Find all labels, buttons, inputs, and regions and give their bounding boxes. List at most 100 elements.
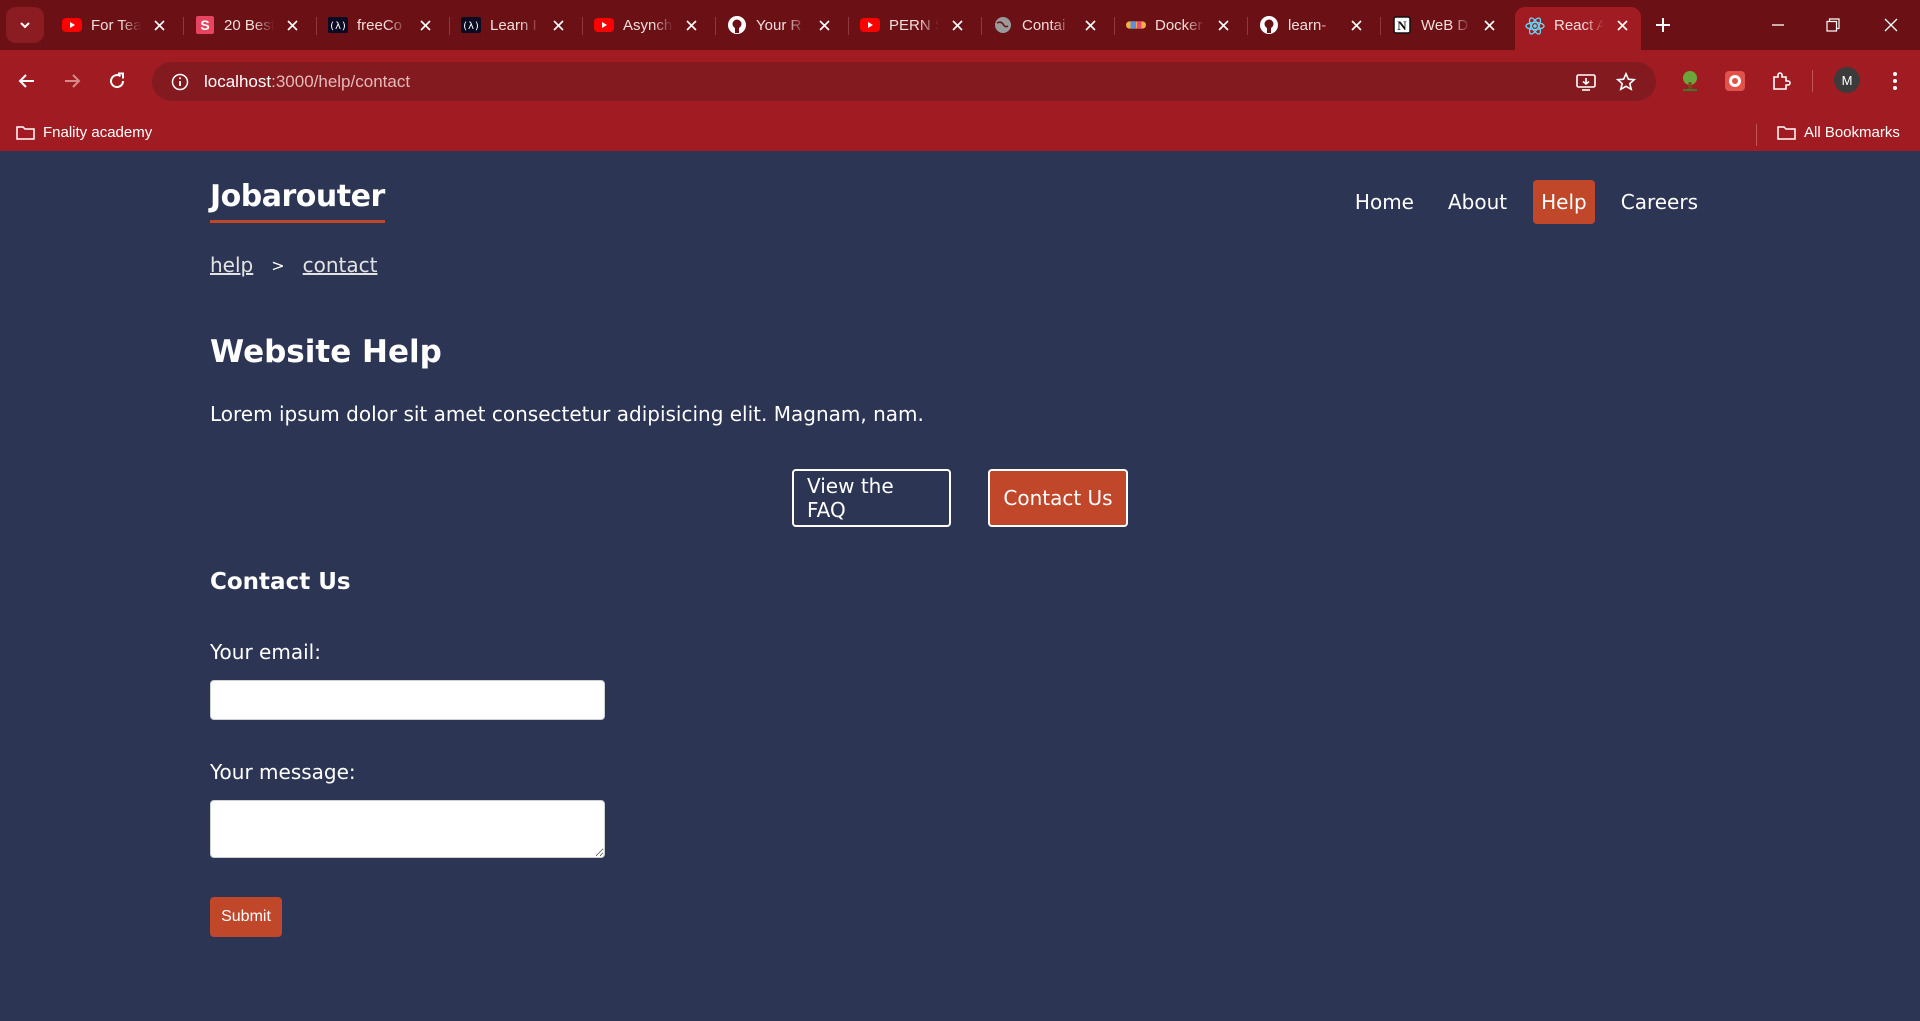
close-icon	[1884, 18, 1898, 32]
page-description: Lorem ipsum dolor sit amet consectetur a…	[210, 402, 924, 426]
nav-careers[interactable]: Careers	[1613, 180, 1706, 224]
restore-button[interactable]	[1819, 11, 1847, 39]
email-field[interactable]	[210, 680, 605, 720]
new-tab-button[interactable]	[1650, 12, 1676, 38]
contact-section-title: Contact Us	[210, 569, 351, 595]
browser-tab[interactable]: Asynch	[584, 8, 710, 42]
close-icon[interactable]	[1613, 17, 1631, 35]
browser-tab-active[interactable]: React A	[1515, 7, 1641, 50]
folder-icon	[16, 126, 35, 140]
site-logo[interactable]: Jobarouter	[210, 179, 385, 223]
tab-title: WeB D	[1421, 16, 1469, 34]
email-label: Your email:	[210, 640, 321, 664]
browser-tab[interactable]: Docker	[1116, 8, 1242, 42]
view-faq-button[interactable]: View the FAQ	[792, 469, 951, 527]
page-title: Website Help	[210, 334, 442, 370]
close-icon[interactable]	[549, 16, 567, 34]
tab-search-button[interactable]	[6, 7, 44, 43]
freecodecamp-icon: (λ)	[328, 15, 348, 35]
install-app-icon[interactable]	[1572, 68, 1600, 96]
close-icon[interactable]	[150, 16, 168, 34]
react-icon	[1525, 16, 1545, 36]
browser-tab[interactable]: PERN S	[850, 8, 976, 42]
help-actions: View the FAQ Contact Us	[792, 469, 1128, 527]
browser-tab[interactable]: (λ) freeCo	[318, 8, 444, 42]
forward-button[interactable]	[57, 66, 87, 96]
browser-tab[interactable]: learn-	[1249, 8, 1375, 42]
browser-toolbar: localhost:3000/help/contact M Fnality ac…	[0, 50, 1920, 157]
close-icon[interactable]	[1480, 16, 1498, 34]
message-label: Your message:	[210, 760, 356, 784]
s-logo-icon: S	[195, 15, 215, 35]
browser-tab[interactable]: For Tea	[52, 8, 178, 42]
site-info-icon[interactable]	[160, 73, 200, 91]
tab-title: PERN S	[889, 16, 939, 34]
back-button[interactable]	[12, 66, 42, 96]
profile-avatar[interactable]: M	[1834, 67, 1860, 93]
message-field[interactable]	[210, 800, 605, 858]
browser-tab[interactable]: (λ) Learn I	[451, 8, 577, 42]
extension-icon[interactable]	[1720, 66, 1750, 96]
arrow-left-icon	[18, 74, 34, 88]
notion-icon: N	[1392, 15, 1412, 35]
puzzle-icon[interactable]	[1766, 66, 1796, 96]
svg-text:(λ): (λ)	[329, 21, 347, 32]
tab-title: freeCo	[357, 16, 403, 34]
arrow-right-icon	[65, 74, 81, 88]
browser-tab[interactable]: N WeB D	[1382, 8, 1508, 42]
globe-icon	[993, 15, 1013, 35]
tab-title: For Tea	[91, 16, 141, 34]
github-icon	[727, 15, 747, 35]
all-bookmarks[interactable]: All Bookmarks	[1777, 124, 1900, 141]
close-icon[interactable]	[1081, 16, 1099, 34]
star-icon[interactable]	[1612, 68, 1640, 96]
submit-button[interactable]: Submit	[210, 897, 282, 937]
tab-title: Your R	[756, 16, 802, 34]
close-icon[interactable]	[948, 16, 966, 34]
tab-title: React A	[1554, 17, 1604, 34]
github-icon	[1259, 15, 1279, 35]
docker-icon	[1126, 15, 1146, 35]
close-icon[interactable]	[1214, 16, 1232, 34]
close-icon[interactable]	[682, 16, 700, 34]
svg-text:S: S	[200, 17, 209, 33]
browser-tab[interactable]: Contai	[983, 8, 1109, 42]
svg-text:N: N	[1397, 18, 1407, 33]
youtube-icon	[594, 15, 614, 35]
url-text[interactable]: localhost:3000/help/contact	[204, 72, 410, 92]
close-icon[interactable]	[815, 16, 833, 34]
reload-button[interactable]	[102, 66, 132, 96]
tab-title: learn-	[1288, 16, 1327, 34]
tab-title: Asynch	[623, 16, 673, 34]
nav-help[interactable]: Help	[1533, 180, 1595, 224]
svg-text:(λ): (λ)	[462, 21, 480, 32]
browser-tab[interactable]: S 20 Best	[185, 8, 311, 42]
more-menu-icon[interactable]	[1880, 66, 1910, 96]
minimize-button[interactable]	[1764, 11, 1792, 39]
close-window-button[interactable]	[1877, 11, 1905, 39]
breadcrumb-contact[interactable]: contact	[303, 253, 378, 277]
breadcrumb: help > contact	[210, 253, 377, 277]
address-bar[interactable]: localhost:3000/help/contact	[152, 62, 1656, 101]
bookmark-folder-label: Fnality academy	[43, 124, 153, 141]
youtube-icon	[860, 15, 880, 35]
browser-tab[interactable]: Your R	[717, 8, 843, 42]
all-bookmarks-label: All Bookmarks	[1804, 124, 1900, 141]
tab-strip: For Tea S 20 Best (λ) freeCo (λ) Learn I…	[0, 0, 1920, 50]
bookmark-folder[interactable]: Fnality academy	[16, 124, 152, 141]
tree-extension-icon[interactable]	[1675, 66, 1705, 96]
tab-title: Learn I	[490, 16, 537, 34]
youtube-icon	[62, 15, 82, 35]
close-icon[interactable]	[283, 16, 301, 34]
plus-icon	[1656, 18, 1670, 32]
restore-icon	[1826, 18, 1840, 32]
contact-us-button[interactable]: Contact Us	[988, 469, 1128, 527]
main-nav: Home About Help Careers	[1347, 180, 1706, 224]
nav-about[interactable]: About	[1440, 180, 1515, 224]
tab-title: Docker	[1155, 16, 1203, 34]
breadcrumb-help[interactable]: help	[210, 253, 253, 277]
chevron-down-icon	[20, 22, 30, 29]
close-icon[interactable]	[1347, 16, 1365, 34]
nav-home[interactable]: Home	[1347, 180, 1422, 224]
close-icon[interactable]	[416, 16, 434, 34]
